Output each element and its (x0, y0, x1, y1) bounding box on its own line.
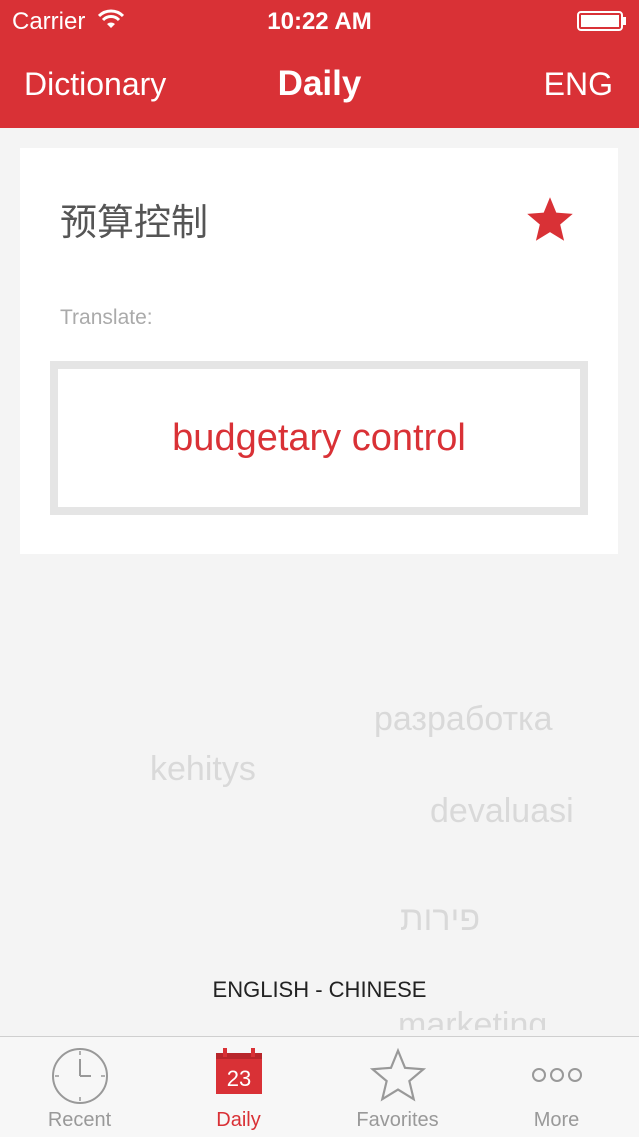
language-button[interactable]: ENG (544, 66, 613, 103)
tab-more[interactable]: More (477, 1037, 636, 1137)
tab-daily[interactable]: 23 Daily (159, 1037, 318, 1137)
translation-box[interactable]: budgetary control (50, 361, 588, 515)
calendar-icon: 23 (215, 1048, 262, 1094)
battery-icon (577, 11, 626, 31)
tab-favorites[interactable]: Favorites (318, 1037, 477, 1137)
status-bar: Carrier 10:22 AM (0, 0, 639, 40)
tab-label: Recent (47, 1109, 112, 1131)
background-word: kehitys (150, 750, 256, 788)
word-term: 预算控制 (60, 202, 208, 243)
tab-label: More (533, 1109, 580, 1131)
calendar-day-number: 23 (226, 1066, 250, 1091)
background-word: devaluasi (430, 792, 574, 830)
more-dots-icon (531, 1068, 582, 1082)
clock-icon (51, 1048, 108, 1104)
tab-label: Favorites (356, 1109, 439, 1131)
tab-label: Daily (216, 1109, 261, 1131)
favorite-star-icon[interactable] (524, 194, 576, 246)
background-word-cloud: разработка kehitys devaluasi פירות marke… (0, 540, 639, 1030)
background-word: marketing (398, 1006, 548, 1030)
clock-time: 10:22 AM (267, 8, 372, 35)
language-pair-label[interactable]: ENGLISH - CHINESE (0, 977, 639, 1003)
nav-bar: Dictionary Daily ENG (0, 40, 639, 128)
star-outline-icon (369, 1047, 426, 1102)
daily-word-card: 预算控制 Translate: budgetary control (20, 148, 618, 554)
tab-bar: Recent 23 Daily Favorites More (0, 1036, 639, 1137)
tab-recent[interactable]: Recent (0, 1037, 159, 1137)
translation-text: budgetary control (58, 369, 580, 507)
translate-label: Translate: (60, 306, 153, 329)
background-word: разработка (374, 700, 553, 738)
background-word: פירות (400, 900, 481, 938)
